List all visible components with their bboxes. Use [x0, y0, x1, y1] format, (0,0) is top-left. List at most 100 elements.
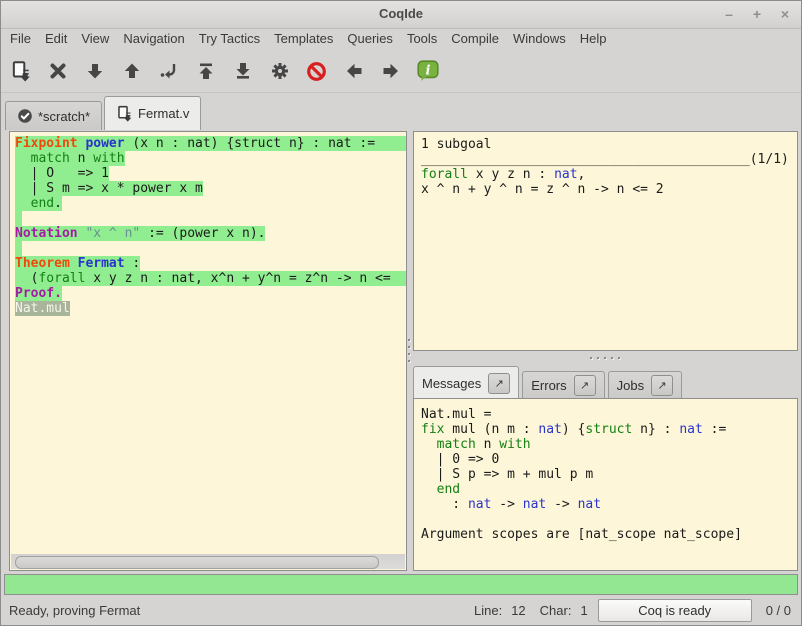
tab-label: Messages [422, 376, 481, 391]
tab-label: Errors [531, 378, 566, 393]
code-line: match n with [15, 151, 406, 166]
go-to-cursor-button[interactable] [152, 55, 185, 87]
check-circle-icon [17, 108, 33, 124]
gear-icon [270, 61, 290, 81]
go-to-end-button[interactable] [226, 55, 259, 87]
up-arrow-icon [122, 61, 142, 81]
backward-one-button[interactable] [115, 55, 148, 87]
window-title: CoqIde [1, 6, 801, 21]
window-controls: – + × [721, 5, 793, 23]
close-tab-button[interactable] [41, 55, 74, 87]
menu-compile[interactable]: Compile [444, 28, 506, 49]
editor-tabbar: *scratch* Fermat.v [5, 94, 801, 130]
statusbar: Ready, proving Fermat Line: 12 Char: 1 C… [1, 595, 801, 625]
go-to-end-icon [233, 61, 253, 81]
save-icon [10, 60, 32, 82]
message-tabbar: Messages ↗ Errors ↗ Jobs ↗ [413, 365, 801, 399]
interrupt-button[interactable] [300, 55, 333, 87]
about-icon: i [416, 59, 440, 83]
save-button[interactable] [4, 55, 37, 87]
menubar: FileEditViewNavigationTry TacticsTemplat… [1, 28, 801, 50]
editor-pane: Fixpoint power (x n : nat) {struct n} : … [9, 131, 407, 571]
menu-navigation[interactable]: Navigation [116, 28, 191, 49]
menu-view[interactable]: View [74, 28, 116, 49]
menu-templates[interactable]: Templates [267, 28, 340, 49]
menu-help[interactable]: Help [573, 28, 614, 49]
close-window-icon[interactable]: × [777, 5, 793, 23]
code-line: end. [15, 196, 406, 211]
code-line: match n with [421, 437, 797, 452]
tab-fermat[interactable]: Fermat.v [104, 96, 201, 130]
menu-edit[interactable]: Edit [38, 28, 74, 49]
forward-arrow-icon [381, 61, 401, 81]
code-line [421, 512, 797, 527]
menu-windows[interactable]: Windows [506, 28, 573, 49]
menu-try-tactics[interactable]: Try Tactics [192, 28, 267, 49]
svg-text:i: i [425, 63, 430, 78]
editor-code[interactable]: Fixpoint power (x n : nat) {struct n} : … [10, 132, 406, 554]
horizontal-scrollbar[interactable] [11, 554, 405, 569]
code-line: | O => 1 [15, 166, 406, 181]
char-value: 1 [580, 603, 587, 618]
vertical-splitter[interactable] [405, 131, 413, 569]
scrollbar-thumb[interactable] [15, 556, 379, 569]
menu-tools[interactable]: Tools [400, 28, 444, 49]
code-line: (forall x y z n : nat, x^n + y^n = z^n -… [15, 271, 406, 286]
down-arrow-icon [85, 61, 105, 81]
forward-one-button[interactable] [78, 55, 111, 87]
line-value: 12 [511, 603, 525, 618]
status-text: Ready, proving Fermat [9, 603, 140, 618]
code-line: x ^ n + y ^ n = z ^ n -> n <= 2 [421, 182, 797, 197]
go-to-start-button[interactable] [189, 55, 222, 87]
minimize-icon[interactable]: – [721, 5, 737, 23]
detach-icon[interactable]: ↗ [574, 375, 596, 396]
code-line [15, 241, 406, 256]
save-icon [116, 105, 133, 122]
settings-button[interactable] [263, 55, 296, 87]
code-line: forall x y z n : nat, [421, 167, 797, 182]
progress-counter: 0 / 0 [766, 603, 791, 618]
tab-jobs[interactable]: Jobs ↗ [608, 371, 682, 399]
menu-file[interactable]: File [3, 28, 38, 49]
code-line: Proof. [15, 286, 406, 301]
code-line: end [421, 482, 797, 497]
detach-icon[interactable]: ↗ [651, 375, 673, 396]
line-label: Line: [474, 603, 502, 618]
code-line: Theorem Fermat : [15, 256, 406, 271]
toolbar: i [1, 50, 801, 93]
tab-errors[interactable]: Errors ↗ [522, 371, 604, 399]
coqide-window: CoqIde – + × FileEditViewNavigationTry T… [0, 0, 802, 626]
progress-bar [4, 574, 798, 595]
messages-content: Nat.mul =fix mul (n m : nat) {struct n} … [414, 399, 797, 570]
interrupt-icon [306, 61, 327, 82]
code-line: Nat.mul = [421, 407, 797, 422]
tab-label: Fermat.v [138, 106, 189, 121]
goal-content: 1 subgoal_______________________________… [414, 132, 797, 350]
coq-status: Coq is ready [598, 599, 752, 622]
about-button[interactable]: i [411, 55, 444, 87]
code-line: fix mul (n m : nat) {struct n} : nat := [421, 422, 797, 437]
detach-icon[interactable]: ↗ [488, 373, 510, 394]
messages-pane: Nat.mul =fix mul (n m : nat) {struct n} … [413, 398, 798, 571]
tab-messages[interactable]: Messages ↗ [413, 366, 519, 399]
menu-queries[interactable]: Queries [340, 28, 400, 49]
code-line: 1 subgoal [421, 137, 797, 152]
close-icon [48, 61, 68, 81]
tab-scratch[interactable]: *scratch* [5, 101, 102, 130]
titlebar[interactable]: CoqIde – + × [1, 1, 801, 29]
code-line [15, 211, 406, 226]
forward-button[interactable] [374, 55, 407, 87]
back-button[interactable] [337, 55, 370, 87]
back-arrow-icon [344, 61, 364, 81]
goto-cursor-icon [159, 61, 179, 81]
goal-pane: 1 subgoal_______________________________… [413, 131, 798, 351]
code-line: Fixpoint power (x n : nat) {struct n} : … [15, 136, 406, 151]
code-line: | S m => x * power x m [15, 181, 406, 196]
code-line: Argument scopes are [nat_scope nat_scope… [421, 527, 797, 542]
horizontal-splitter[interactable] [413, 350, 796, 365]
code-line: | S p => m + mul p m [421, 467, 797, 482]
char-label: Char: [540, 603, 572, 618]
maximize-icon[interactable]: + [749, 5, 765, 23]
tab-label: Jobs [617, 378, 644, 393]
code-line: Nat.mul [15, 301, 406, 316]
